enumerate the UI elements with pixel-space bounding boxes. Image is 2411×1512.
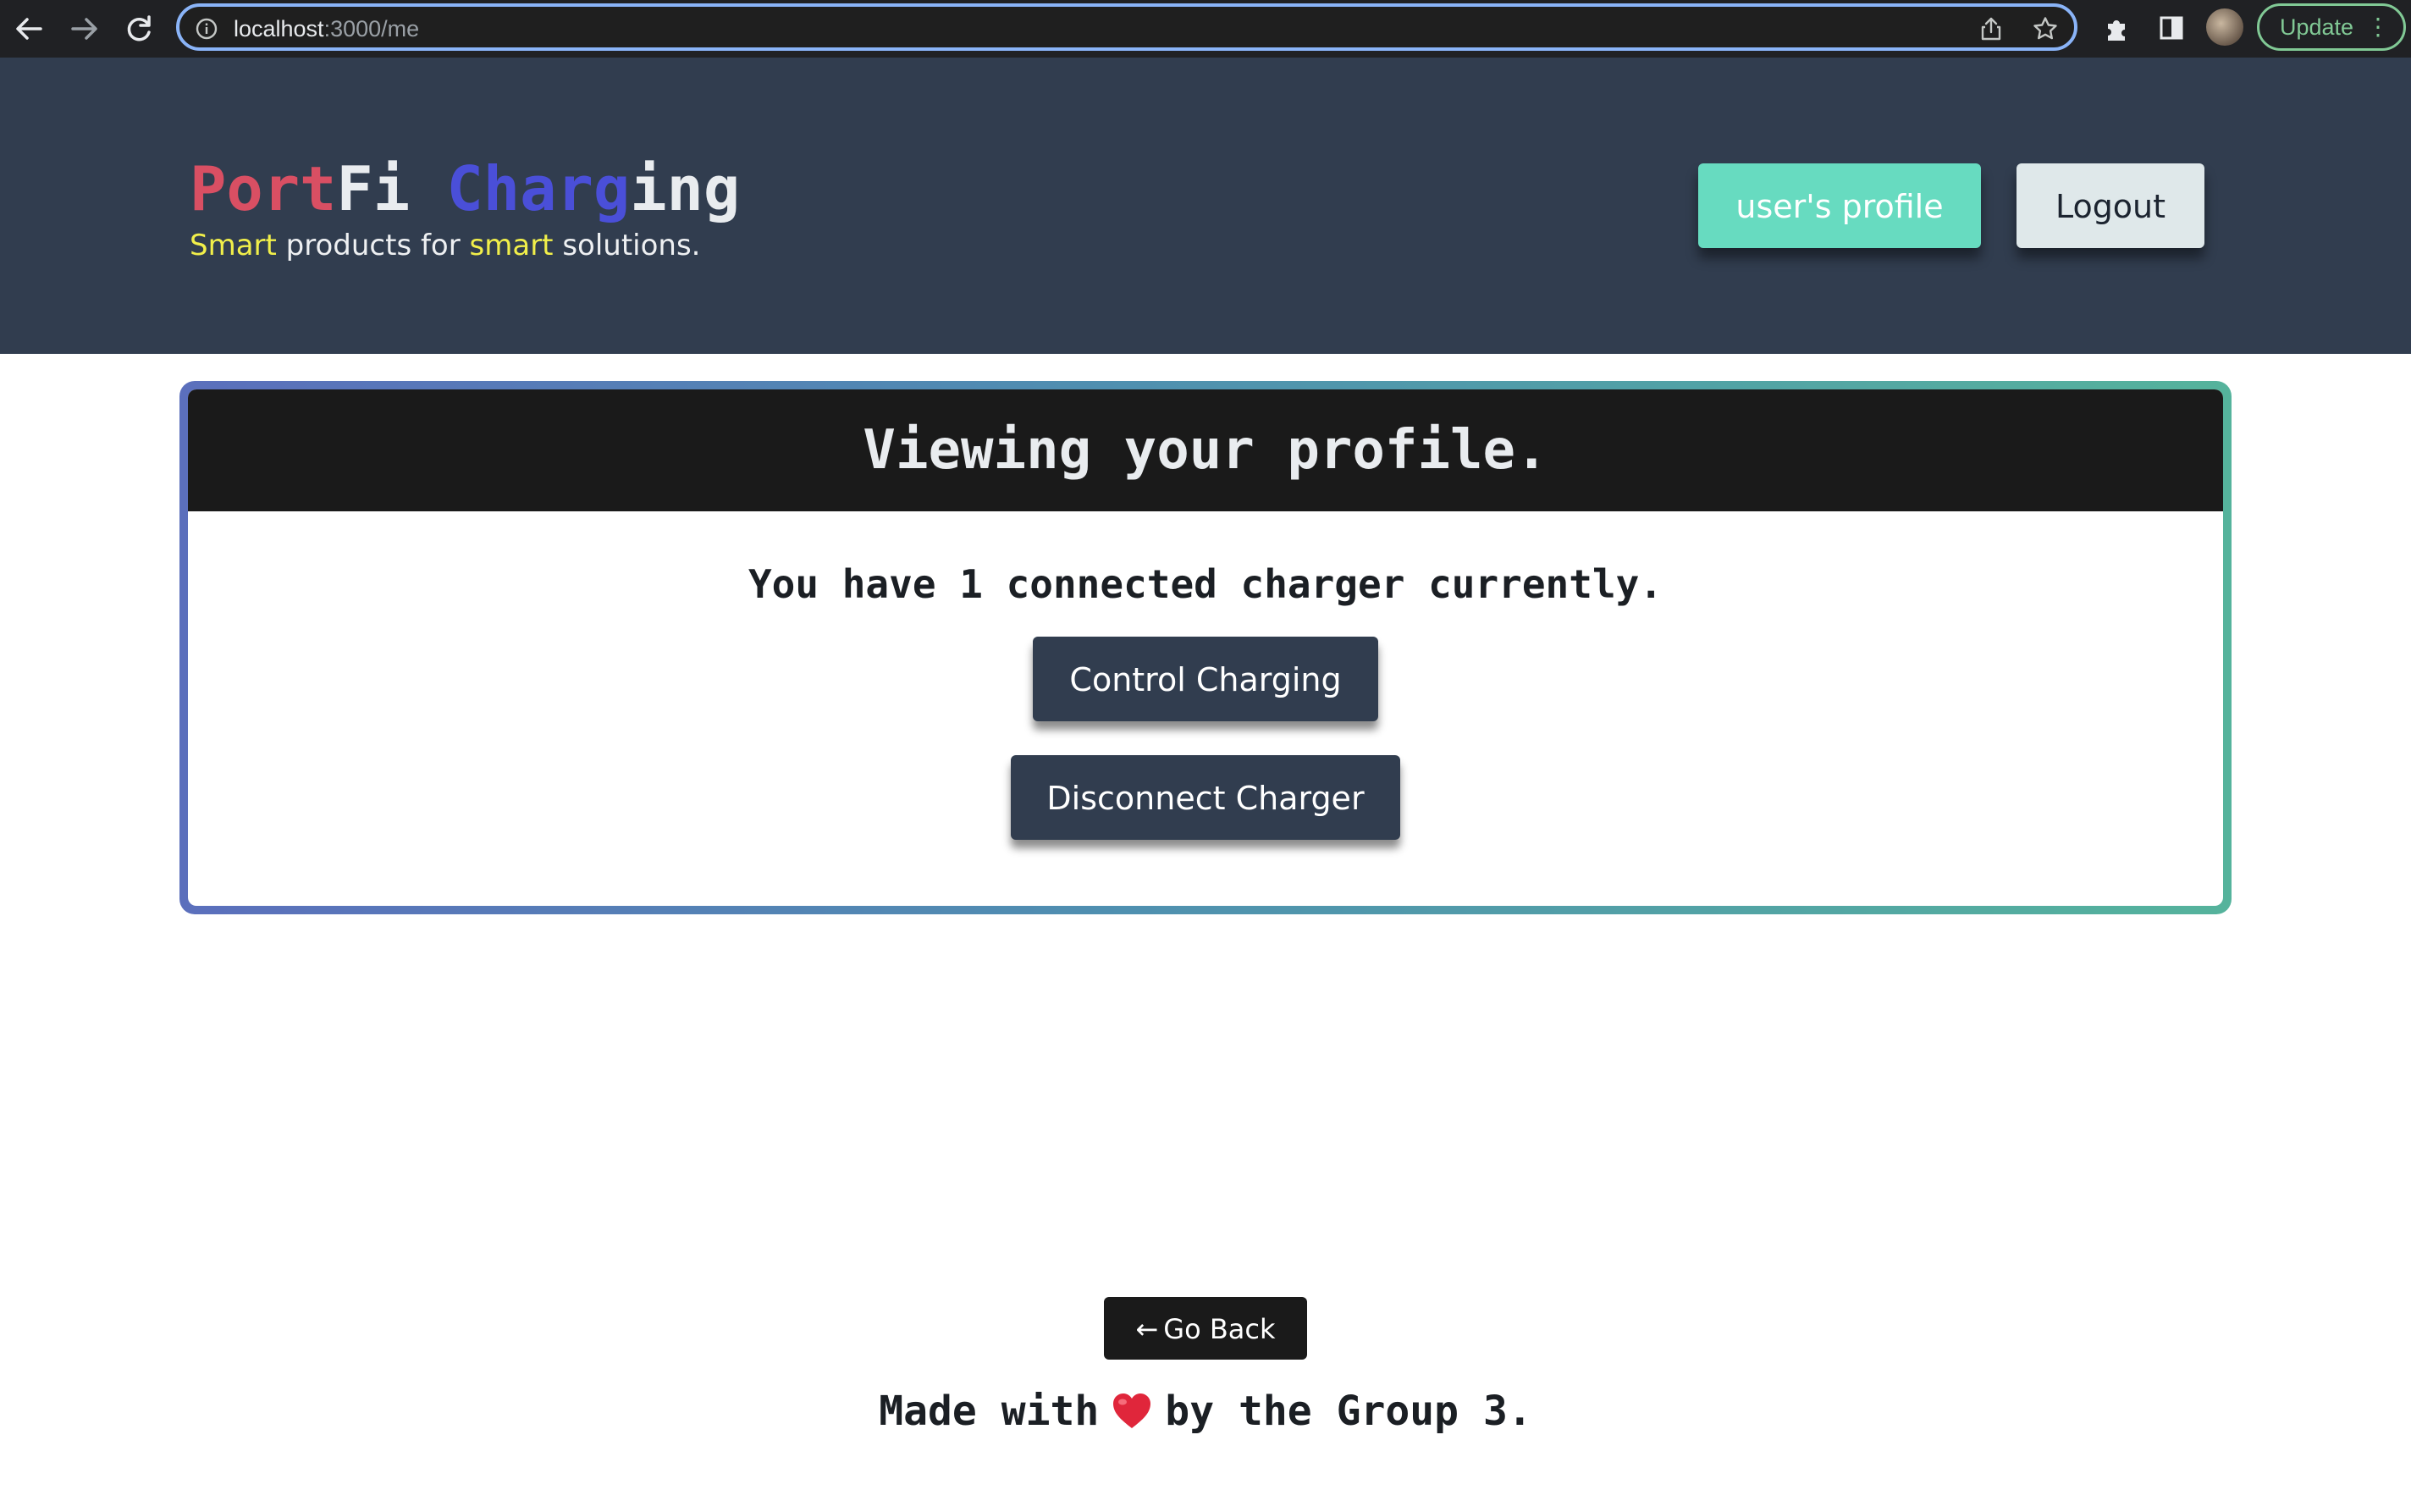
charger-count-message: You have 1 connected charger currently. <box>748 561 1663 607</box>
share-icon[interactable] <box>1978 15 2005 42</box>
control-charging-button[interactable]: Control Charging <box>1033 637 1378 721</box>
address-bar[interactable]: localhost:3000/me <box>176 3 2077 51</box>
update-button[interactable]: Update ⋮ <box>2257 3 2406 51</box>
more-menu-icon[interactable]: ⋮ <box>2366 6 2390 48</box>
tagline-middle: products for <box>276 229 470 262</box>
profile-card-header: Viewing your profile. <box>188 389 2223 511</box>
brand-part-charg: Charg <box>446 153 631 224</box>
brand-part-fi: Fi <box>336 153 411 224</box>
bookmark-star-icon[interactable] <box>2032 15 2059 42</box>
tagline: Smart products for smart solutions. <box>190 227 700 264</box>
update-label: Update <box>2280 14 2354 40</box>
go-back-button[interactable]: ← Go Back <box>1104 1297 1307 1360</box>
disconnect-charger-button[interactable]: Disconnect Charger <box>1011 755 1400 840</box>
url-path: :3000/me <box>323 16 420 41</box>
app-header: PortFi Charging Smart products for smart… <box>0 58 2411 354</box>
forward-arrow-icon[interactable] <box>64 8 105 49</box>
footer-by-group: by the Group 3. <box>1165 1388 1532 1435</box>
profile-avatar[interactable] <box>2206 8 2243 46</box>
profile-card: Viewing your profile. You have 1 connect… <box>179 381 2232 914</box>
side-panel-icon[interactable] <box>2157 14 2186 42</box>
left-arrow-icon: ← <box>1135 1313 1159 1345</box>
back-arrow-icon[interactable] <box>8 8 49 49</box>
footer-made-with: Made with <box>879 1388 1100 1435</box>
reload-icon[interactable] <box>119 8 159 49</box>
tagline-highlight-2: smart <box>469 229 554 262</box>
brand-logo[interactable]: PortFi Charging <box>190 151 740 227</box>
tagline-end: solutions. <box>553 229 701 262</box>
heart-icon <box>1111 1391 1153 1430</box>
extensions-puzzle-icon[interactable] <box>2103 14 2132 42</box>
site-info-icon[interactable] <box>195 17 218 41</box>
url-text[interactable]: localhost:3000/me <box>234 15 419 42</box>
tagline-highlight-1: Smart <box>190 229 277 262</box>
profile-card-body: Viewing your profile. You have 1 connect… <box>188 389 2223 906</box>
brand-part-port: Port <box>190 153 337 224</box>
footer-credit: Made with by the Group 3. <box>0 1382 2411 1441</box>
logout-button[interactable]: Logout <box>2017 163 2204 248</box>
users-profile-button[interactable]: user's profile <box>1698 163 1981 248</box>
profile-card-title: Viewing your profile. <box>863 419 1548 482</box>
url-host: localhost <box>234 16 324 41</box>
brand-part-ing: ing <box>630 153 741 224</box>
browser-toolbar: localhost:3000/me Update ⋮ <box>0 0 2411 58</box>
go-back-label: Go Back <box>1163 1313 1276 1345</box>
